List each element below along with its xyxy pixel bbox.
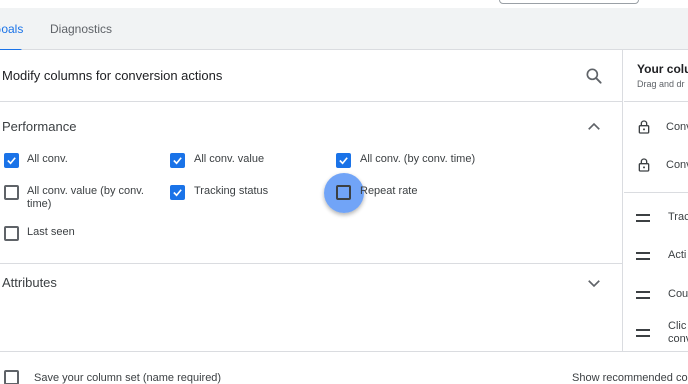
- right-divider: [624, 192, 688, 193]
- drag-handle-icon[interactable]: [636, 290, 650, 299]
- checkbox-label: All conv. value: [194, 153, 265, 165]
- right-divider: [624, 101, 688, 102]
- checkbox-label: All conv.: [27, 153, 68, 165]
- draggable-column-item[interactable]: Trac: [636, 211, 688, 224]
- save-column-set-checkbox[interactable]: [4, 370, 19, 384]
- selected-columns-title: Your colu: [637, 62, 688, 76]
- tab-diagnostics[interactable]: Diagnostics: [50, 22, 112, 36]
- top-input[interactable]: [499, 0, 639, 4]
- draggable-column-item[interactable]: Clic conv: [636, 320, 688, 346]
- checkbox-label: Tracking status: [194, 185, 269, 197]
- section-divider: [0, 263, 623, 264]
- check-icon: [7, 157, 16, 165]
- draggable-column-label: Acti: [668, 249, 687, 261]
- check-icon: [173, 189, 182, 197]
- search-icon[interactable]: [584, 66, 604, 86]
- save-column-set-label: Save your column set (name required): [34, 372, 222, 384]
- checkbox-repeat-rate[interactable]: Repeat rate: [360, 185, 417, 198]
- selected-columns-panel: Your colu Drag and dr Conv Conv Trac Act…: [624, 50, 688, 351]
- tab-goals[interactable]: Goals: [0, 22, 24, 52]
- locked-column-label: Conv: [666, 158, 688, 171]
- check-icon: [339, 157, 348, 165]
- checkbox-unchecked[interactable]: [4, 226, 19, 241]
- checkbox-all-conv-by-conv-time[interactable]: All conv. (by conv. time): [336, 153, 475, 168]
- selected-columns-subtitle: Drag and dr: [637, 79, 685, 89]
- chevron-down-icon[interactable]: [585, 274, 603, 292]
- draggable-column-item[interactable]: Cou: [636, 288, 688, 301]
- checkbox-last-seen[interactable]: Last seen: [4, 226, 75, 241]
- checkbox-label: Last seen: [27, 226, 75, 238]
- checkbox-tracking-status[interactable]: Tracking status: [170, 185, 268, 200]
- draggable-column-label: Trac: [668, 211, 688, 223]
- checkbox-checked[interactable]: [336, 153, 351, 168]
- draggable-column-label-line1: Clic: [668, 320, 687, 332]
- checkbox-all-conv-value-by-conv-time[interactable]: All conv. value (by conv. time): [4, 185, 164, 211]
- checkbox-label: All conv. (by conv. time): [360, 153, 476, 165]
- attributes-section-title[interactable]: Attributes: [2, 275, 57, 290]
- draggable-column-item[interactable]: Acti: [636, 249, 686, 262]
- drag-handle-icon[interactable]: [636, 213, 650, 222]
- top-strip: [0, 0, 688, 8]
- checkbox-all-conv-value[interactable]: All conv. value: [170, 153, 264, 168]
- checkbox-label: All conv. value (by conv. time): [27, 185, 144, 210]
- locked-column-label: Conv: [666, 120, 688, 133]
- checkbox-all-conv[interactable]: All conv.: [4, 153, 68, 168]
- checkbox-checked[interactable]: [4, 153, 19, 168]
- performance-section-title[interactable]: Performance: [2, 119, 76, 134]
- checkbox-checked[interactable]: [170, 153, 185, 168]
- drag-handle-icon[interactable]: [636, 251, 650, 260]
- chevron-up-icon[interactable]: [585, 118, 603, 136]
- drag-handle-icon[interactable]: [636, 329, 650, 337]
- tab-diagnostics-label: Diagnostics: [50, 22, 113, 36]
- panel-title: Modify columns for conversion actions: [2, 68, 223, 83]
- panel-header: Modify columns for conversion actions: [0, 50, 623, 102]
- lock-icon: [638, 120, 650, 134]
- checkbox-unchecked[interactable]: [336, 185, 351, 200]
- tab-goals-label: Goals: [0, 22, 24, 36]
- draggable-column-label: Clic conv: [668, 320, 688, 346]
- draggable-column-label: Cou: [668, 288, 688, 300]
- checkbox-label: Repeat rate: [360, 185, 418, 197]
- locked-column-item: Conv: [636, 156, 688, 174]
- tab-bar: Goals Diagnostics: [0, 8, 688, 52]
- check-icon: [173, 157, 182, 165]
- show-recommended-columns-toggle[interactable]: Show recommended colu: [572, 372, 688, 384]
- column-editor-panel: Modify columns for conversion actions Pe…: [0, 50, 623, 384]
- draggable-column-label-line2: conv: [668, 333, 688, 345]
- checkbox-checked[interactable]: [170, 185, 185, 200]
- locked-column-item: Conv: [636, 118, 688, 136]
- lock-icon: [638, 158, 650, 172]
- checkbox-unchecked[interactable]: [4, 185, 19, 200]
- footer: Save your column set (name required) Sho…: [0, 351, 688, 384]
